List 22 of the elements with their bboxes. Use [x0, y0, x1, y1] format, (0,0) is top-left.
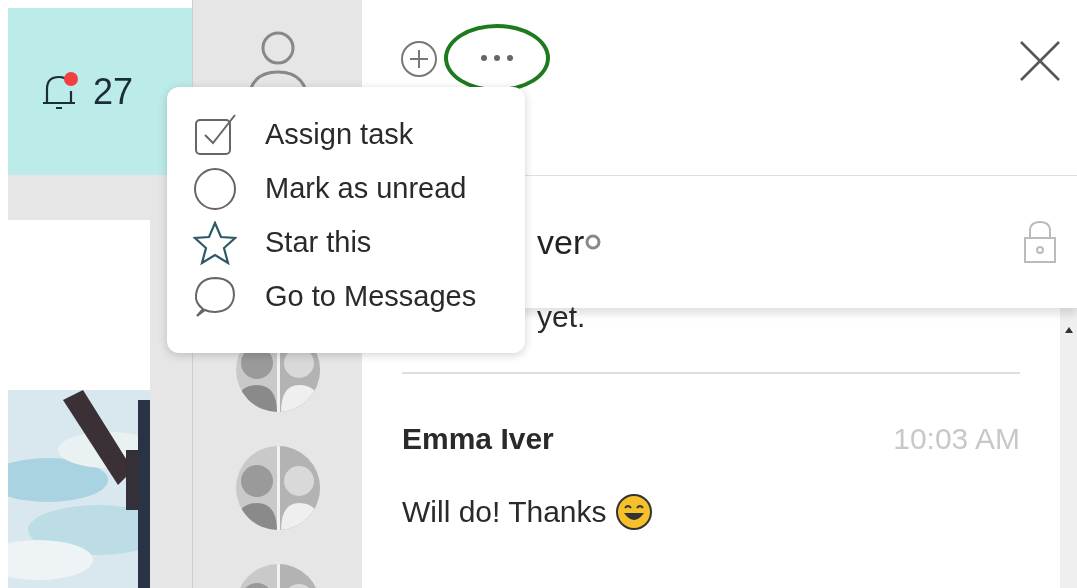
notification-count: 27 [92, 69, 133, 114]
message-text: yet. [537, 302, 587, 332]
menu-item[interactable]: Mark as unread [193, 165, 525, 213]
sender-name: Emma Iver [402, 421, 554, 457]
star-icon [193, 221, 237, 265]
close-icon[interactable] [1019, 40, 1061, 82]
scroll-up-icon[interactable] [1063, 326, 1074, 334]
notification-panel[interactable]: 27 [8, 8, 192, 175]
menu-item[interactable]: Star this [193, 219, 525, 267]
more-icon [480, 54, 514, 62]
menu-item[interactable]: Assign task [193, 111, 525, 159]
conversation-title: ver [537, 221, 585, 263]
checkbox-icon [193, 113, 237, 157]
circle-icon [193, 167, 237, 211]
menu-item[interactable]: Go to Messages [193, 273, 525, 321]
status-icon [584, 233, 603, 251]
speech-bubble-icon [193, 275, 237, 319]
scrollbar[interactable] [1060, 308, 1077, 588]
lock-icon [1023, 220, 1057, 264]
message-text: Will do! Thanks [402, 494, 607, 530]
grin-icon [614, 492, 653, 531]
add-icon[interactable] [400, 40, 438, 78]
